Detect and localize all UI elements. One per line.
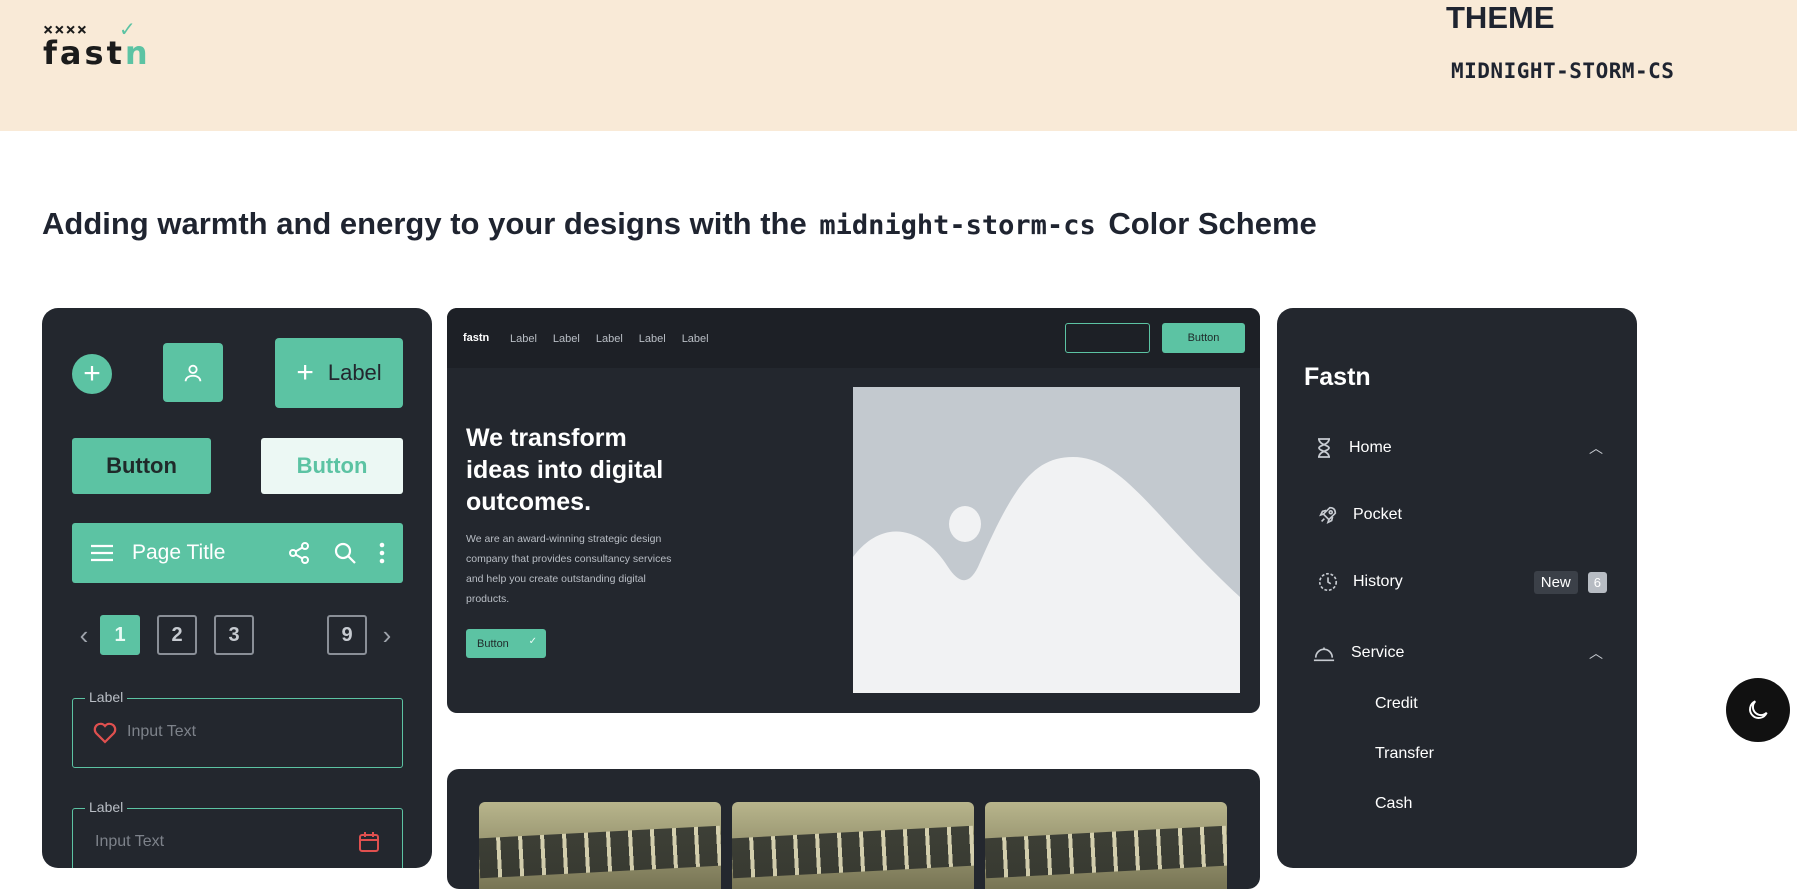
page-button[interactable]: 3 xyxy=(214,615,254,655)
new-badge: New xyxy=(1533,570,1578,594)
menu-icon[interactable] xyxy=(90,543,114,563)
hourglass-icon xyxy=(1313,437,1335,459)
theme-name: MIDNIGHT-STORM-CS xyxy=(1451,59,1675,83)
hero-title: We transform ideas into digital outcomes… xyxy=(466,424,664,516)
preview-nav-links: Label Label Label Label Label xyxy=(510,333,709,345)
light-button[interactable]: Button xyxy=(261,438,403,494)
components-panel: + + Label Button Button Page Title ‹ 1 2… xyxy=(42,308,432,868)
user-icon xyxy=(184,364,202,381)
check-icon: ✓ xyxy=(528,636,537,647)
dark-mode-toggle[interactable] xyxy=(1726,678,1790,742)
nav-link[interactable]: Label xyxy=(682,333,709,345)
user-button[interactable] xyxy=(163,343,223,402)
chevron-right-icon[interactable]: › xyxy=(375,620,399,651)
add-fab-button[interactable]: + xyxy=(72,354,112,394)
nav-link[interactable]: Label xyxy=(639,333,666,345)
preview-nav: fastn Label Label Label Label Label Butt… xyxy=(447,308,1260,368)
headline-text-end: Color Scheme xyxy=(1108,206,1317,241)
rocket-icon xyxy=(1317,504,1339,526)
sidebar-item-label: Service xyxy=(1351,644,1405,661)
plus-icon: + xyxy=(83,357,101,390)
page-button[interactable]: 9 xyxy=(327,615,367,655)
text-field-heart[interactable]: Label Input Text xyxy=(72,689,403,768)
filled-button[interactable]: Button xyxy=(72,438,211,494)
field-placeholder: Input Text xyxy=(127,723,197,740)
headline-code: midnight-storm-cs xyxy=(819,210,1096,241)
nav-link[interactable]: Label xyxy=(596,333,623,345)
image-placeholder-icon xyxy=(853,457,1240,693)
image-placeholder xyxy=(853,387,1240,693)
app-bar-title: Page Title xyxy=(132,541,226,564)
clock-icon xyxy=(1317,571,1339,593)
count-badge: 6 xyxy=(1587,571,1607,593)
nav-button[interactable]: Button xyxy=(1162,323,1245,353)
headline-text: Adding warmth and energy to your designs… xyxy=(42,206,807,241)
hero-button[interactable]: Button ✓ xyxy=(466,629,546,658)
field-label: Label xyxy=(85,799,128,815)
plus-icon: + xyxy=(296,356,314,389)
landing-preview: fastn Label Label Label Label Label Butt… xyxy=(447,308,1260,713)
gallery-image[interactable] xyxy=(479,802,721,889)
sidebar-item-label: Pocket xyxy=(1353,506,1402,523)
more-vertical-icon[interactable] xyxy=(379,542,385,564)
fastn-logo[interactable]: ×××× ✓ fastn xyxy=(43,19,148,70)
date-field[interactable]: Label Input Text xyxy=(72,799,403,868)
pagination: ‹ 1 2 3 9 › xyxy=(72,614,403,656)
calendar-icon[interactable] xyxy=(358,831,380,853)
moon-icon xyxy=(1749,700,1768,719)
field-placeholder: Input Text xyxy=(95,833,165,850)
sidebar-subitem[interactable]: Transfer xyxy=(1375,745,1434,763)
share-icon[interactable] xyxy=(287,541,311,565)
gallery-preview xyxy=(447,769,1260,889)
sidebar-item-history[interactable]: History New 6 xyxy=(1317,567,1607,597)
sidebar-item-label: Home xyxy=(1349,439,1392,456)
service-bell-icon xyxy=(1313,642,1335,664)
header-bar: ×××× ✓ fastn THEME MIDNIGHT-STORM-CS xyxy=(0,0,1797,131)
hero-button-label: Button xyxy=(477,637,509,650)
outline-button[interactable] xyxy=(1065,323,1150,353)
gallery-image[interactable] xyxy=(732,802,974,889)
add-label-button[interactable]: + Label xyxy=(275,338,403,408)
sidebar-preview: Fastn Home ︿ Pocket History New 6 Servic… xyxy=(1277,308,1637,868)
heart-icon xyxy=(93,722,117,744)
sidebar-subitem[interactable]: Credit xyxy=(1375,695,1418,713)
label-button-text: Label xyxy=(327,360,382,385)
sidebar-subitem[interactable]: Cash xyxy=(1375,795,1412,813)
hero-text: We are an award-winning strategic design… xyxy=(466,533,672,605)
page-button[interactable]: 1 xyxy=(100,615,140,655)
app-bar: Page Title xyxy=(72,523,403,583)
nav-link[interactable]: Label xyxy=(510,333,537,345)
chevron-up-icon[interactable]: ︿ xyxy=(1589,643,1603,663)
field-label: Label xyxy=(85,689,128,705)
chevron-up-icon[interactable]: ︿ xyxy=(1589,438,1603,458)
sidebar-item-label: History xyxy=(1353,573,1403,590)
sidebar-item-pocket[interactable]: Pocket xyxy=(1317,500,1607,530)
logo-word: fastn xyxy=(43,34,151,72)
sidebar-title: Fastn xyxy=(1304,363,1371,391)
preview-brand[interactable]: fastn xyxy=(463,332,489,344)
chevron-left-icon[interactable]: ‹ xyxy=(72,620,96,651)
page-button[interactable]: 2 xyxy=(157,615,197,655)
gallery-image[interactable] xyxy=(985,802,1227,889)
page-headline: Adding warmth and energy to your designs… xyxy=(42,206,1317,242)
nav-link[interactable]: Label xyxy=(553,333,580,345)
sidebar-item-home[interactable]: Home ︿ xyxy=(1313,433,1603,463)
search-icon[interactable] xyxy=(333,541,357,565)
theme-label: THEME xyxy=(1446,0,1555,35)
sidebar-item-service[interactable]: Service ︿ xyxy=(1313,638,1603,668)
